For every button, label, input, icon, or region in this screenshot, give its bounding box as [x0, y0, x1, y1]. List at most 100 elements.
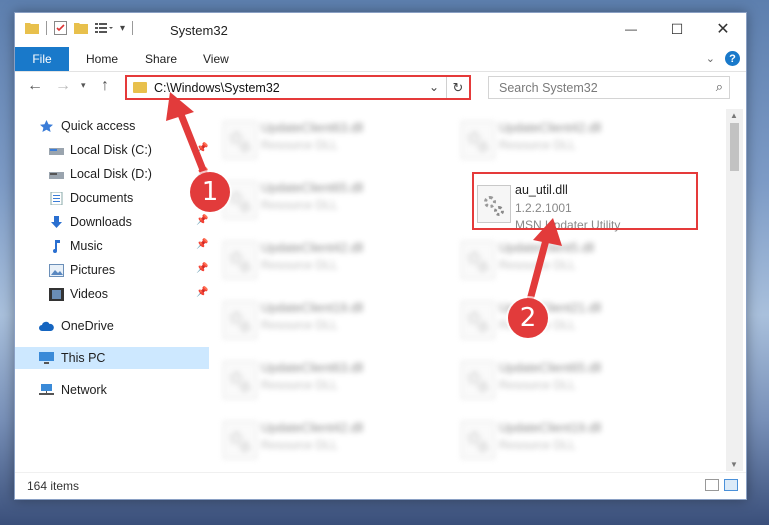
drive-icon	[49, 147, 64, 155]
file-name: UpdateClient63.dll	[261, 121, 364, 135]
address-bar[interactable]: C:\Windows\System32 ⌄ ↻	[125, 75, 471, 100]
ribbon-controls: ⌄ ?	[706, 51, 740, 66]
sidebar-item-label: Music	[70, 239, 103, 253]
dll-file-icon	[461, 121, 495, 159]
documents-icon	[50, 191, 63, 205]
details-view-icon[interactable]	[705, 479, 719, 491]
list-item[interactable]: UpdateClient19.dll Resource DLL	[211, 293, 441, 345]
list-item[interactable]: UpdateClient21.dll Resource DLL	[449, 293, 679, 345]
folder-icon[interactable]	[25, 22, 39, 34]
help-icon[interactable]: ?	[725, 51, 740, 66]
search-input[interactable]	[497, 80, 701, 96]
customize-toolbar-chevron-icon[interactable]: ▾	[120, 23, 125, 34]
file-description: Resource DLL	[499, 138, 576, 152]
dll-file-icon	[223, 361, 257, 399]
back-arrow-icon[interactable]: ←	[27, 77, 43, 95]
folder-icon	[133, 82, 147, 93]
dll-file-icon	[223, 241, 257, 279]
sidebar-item-label: Pictures	[70, 263, 116, 277]
list-item[interactable]: UpdateClient65.dll Resource DLL	[449, 353, 679, 405]
forward-arrow-icon[interactable]: →	[55, 77, 71, 95]
dll-file-icon	[461, 361, 495, 399]
file-description: Resource DLL	[261, 438, 338, 452]
sidebar-item-quick-access[interactable]: Quick access	[15, 115, 209, 137]
dll-file-icon	[223, 301, 257, 339]
sidebar-item-label: Local Disk (C:)	[70, 143, 152, 157]
dll-file-icon	[461, 241, 495, 279]
search-box[interactable]: ⌕	[488, 76, 730, 99]
sidebar-item-label: OneDrive	[61, 319, 114, 333]
scroll-up-icon[interactable]: ▲	[730, 111, 738, 120]
maximize-button[interactable]: ☐	[654, 13, 700, 45]
tab-share[interactable]: Share	[145, 52, 177, 66]
sidebar-item-network[interactable]: Network	[15, 379, 209, 401]
quick-access-toolbar: ▾	[25, 21, 134, 35]
file-description: Resource DLL	[261, 378, 338, 392]
tab-view[interactable]: View	[203, 52, 229, 66]
cloud-icon	[39, 321, 54, 331]
step-badge-1: 1	[190, 172, 230, 212]
close-button[interactable]: ✕	[700, 13, 746, 45]
file-list: UpdateClient63.dll Resource DLL UpdateCl…	[211, 109, 724, 471]
search-icon: ⌕	[715, 79, 723, 94]
list-item[interactable]: UpdateClient42.dll Resource DLL	[211, 413, 441, 465]
recent-locations-chevron-icon[interactable]: ▾	[81, 80, 86, 91]
list-item[interactable]: UpdateClient65.dll Resource DLL	[211, 173, 441, 225]
view-options-icon[interactable]	[95, 22, 113, 34]
sidebar-item-label: Downloads	[70, 215, 132, 229]
scrollbar-thumb[interactable]	[730, 123, 739, 171]
sidebar-item-this-pc[interactable]: This PC	[15, 347, 209, 369]
chevron-down-icon[interactable]: ⌄	[429, 80, 439, 94]
list-item[interactable]: UpdateClient42.dll Resource DLL	[449, 113, 679, 165]
dll-file-icon	[461, 421, 495, 459]
sidebar-item-label: Local Disk (D:)	[70, 167, 152, 181]
sidebar-item-local-disk-c[interactable]: Local Disk (C:) 📌	[15, 139, 209, 161]
tab-home[interactable]: Home	[86, 52, 118, 66]
file-description: Resource DLL	[261, 198, 338, 212]
sidebar-item-documents[interactable]: Documents 📌	[15, 187, 209, 209]
dll-file-icon	[223, 121, 257, 159]
navigation-pane: Quick access Local Disk (C:) 📌 Local Dis…	[15, 109, 209, 471]
dll-file-icon	[223, 421, 257, 459]
file-description: Resource DLL	[499, 258, 576, 272]
minimize-button[interactable]: —	[608, 13, 654, 45]
navigation-bar: ← → ▾ ↑ C:\Windows\System32 ⌄ ↻ ⌕	[15, 72, 746, 104]
title-bar: ▾ System32 — ☐ ✕	[15, 13, 746, 47]
sidebar-item-downloads[interactable]: Downloads 📌	[15, 211, 209, 233]
divider	[46, 21, 47, 35]
pin-icon: 📌	[196, 263, 209, 274]
vertical-scrollbar[interactable]: ▲ ▼	[726, 109, 743, 471]
minimize-icon: —	[625, 22, 637, 36]
properties-icon[interactable]	[54, 21, 67, 35]
scroll-down-icon[interactable]: ▼	[730, 460, 738, 469]
file-description: Resource DLL	[261, 318, 338, 332]
sidebar-item-pictures[interactable]: Pictures 📌	[15, 259, 209, 281]
tab-file[interactable]: File	[15, 47, 69, 71]
pin-icon: 📌	[196, 287, 209, 298]
file-name: UpdateClient42.dll	[499, 121, 602, 135]
list-item[interactable]: UpdateClient63.dll Resource DLL	[211, 353, 441, 405]
sidebar-item-videos[interactable]: Videos 📌	[15, 283, 209, 305]
computer-icon	[39, 351, 54, 364]
file-description: Resource DLL	[261, 258, 338, 272]
window-title: System32	[170, 23, 228, 38]
list-item[interactable]: UpdateClient63.dll Resource DLL	[211, 113, 441, 165]
up-arrow-icon[interactable]: ↑	[101, 77, 109, 95]
expand-ribbon-chevron-icon[interactable]: ⌄	[706, 52, 715, 65]
divider	[132, 21, 134, 35]
star-icon	[40, 119, 53, 132]
sidebar-item-music[interactable]: Music 📌	[15, 235, 209, 257]
file-explorer-window: ▾ System32 — ☐ ✕ File Home Share View ⌄ …	[14, 12, 747, 500]
sidebar-item-onedrive[interactable]: OneDrive	[15, 315, 209, 337]
file-name: UpdateClient19.dll	[261, 301, 364, 315]
sidebar-item-local-disk-d[interactable]: Local Disk (D:) 📌	[15, 163, 209, 185]
list-item[interactable]: UpdateClient5.dll Resource DLL	[449, 233, 679, 285]
file-description: Resource DLL	[261, 138, 338, 152]
ribbon-tabs: File Home Share View ⌄ ?	[15, 47, 746, 72]
new-folder-icon[interactable]	[74, 22, 88, 34]
list-item[interactable]: UpdateClient42.dll Resource DLL	[211, 233, 441, 285]
large-icons-view-icon[interactable]	[724, 479, 738, 491]
refresh-icon[interactable]: ↻	[446, 77, 469, 98]
list-item[interactable]: UpdateClient19.dll Resource DLL	[449, 413, 679, 465]
file-name: UpdateClient42.dll	[261, 241, 364, 255]
